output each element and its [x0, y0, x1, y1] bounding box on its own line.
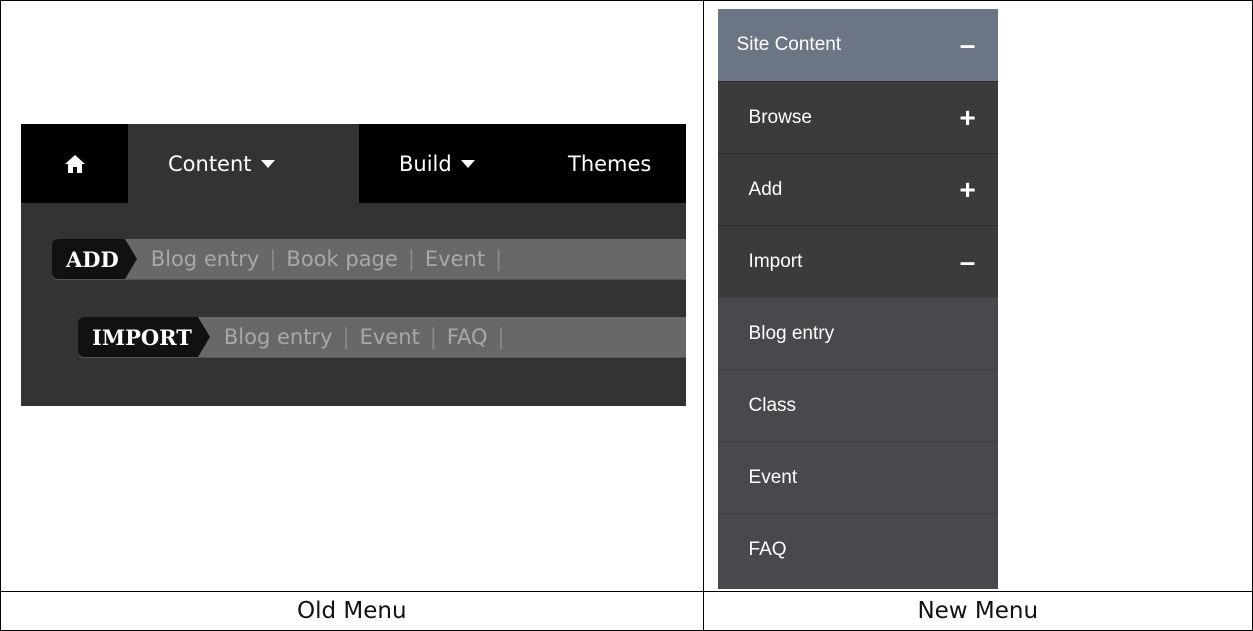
- import-item-class[interactable]: Class: [717, 369, 998, 441]
- separator: |: [342, 325, 350, 349]
- old-menu-caption: Old Menu: [0, 590, 704, 631]
- menu-item-label: FAQ: [748, 538, 787, 560]
- old-menu-cell: Content Build Themes ADD Blog entry | Bo…: [0, 0, 704, 592]
- site-content-label: Site Content: [736, 34, 842, 55]
- section-label: Browse: [748, 106, 812, 128]
- separator: |: [407, 247, 415, 271]
- separator: |: [497, 325, 505, 349]
- tab-themes-label: Themes: [568, 151, 652, 176]
- add-book-page-link[interactable]: Book page: [286, 247, 397, 271]
- tab-build-label: Build: [399, 151, 452, 176]
- import-item-event[interactable]: Event: [717, 441, 998, 513]
- menu-section-browse[interactable]: Browse +: [717, 81, 998, 153]
- home-button[interactable]: [21, 124, 128, 203]
- tab-themes[interactable]: Themes: [568, 124, 651, 203]
- add-event-link[interactable]: Event: [425, 247, 485, 271]
- old-menu-screenshot: Content Build Themes ADD Blog entry | Bo…: [21, 124, 686, 406]
- import-event-link[interactable]: Event: [360, 325, 420, 349]
- separator: |: [429, 325, 437, 349]
- import-item-faq[interactable]: FAQ: [717, 513, 998, 585]
- section-label: Add: [748, 178, 783, 200]
- caret-down-icon: [460, 159, 475, 168]
- expand-icon[interactable]: +: [955, 103, 981, 132]
- section-label: Import: [748, 250, 803, 272]
- menu-item-label: Event: [748, 466, 798, 488]
- import-item-blog-entry[interactable]: Blog entry: [717, 297, 998, 369]
- import-heading: IMPORT: [78, 317, 210, 357]
- separator: |: [495, 247, 503, 271]
- collapse-icon[interactable]: –: [955, 31, 981, 59]
- menu-section-import[interactable]: Import –: [717, 225, 998, 297]
- menu-section-add[interactable]: Add +: [717, 153, 998, 225]
- import-blog-entry-link[interactable]: Blog entry: [224, 325, 333, 349]
- new-menu-caption: New Menu: [702, 590, 1253, 631]
- new-menu-screenshot: Site Content – Browse + Add + Import – B…: [717, 9, 998, 589]
- tab-build[interactable]: Build: [399, 124, 475, 203]
- comparison-table: Content Build Themes ADD Blog entry | Bo…: [0, 0, 1253, 631]
- add-shortcut-bar: ADD Blog entry | Book page | Event |: [52, 239, 686, 279]
- tab-content-label: Content: [168, 151, 252, 176]
- new-menu-cell: Site Content – Browse + Add + Import – B…: [702, 0, 1253, 592]
- expand-icon[interactable]: +: [955, 175, 981, 204]
- site-content-header[interactable]: Site Content –: [717, 9, 998, 81]
- menu-item-label: Class: [748, 394, 797, 416]
- home-icon: [64, 154, 85, 173]
- separator: |: [269, 247, 277, 271]
- import-faq-link[interactable]: FAQ: [447, 325, 488, 349]
- menu-item-label: Blog entry: [748, 322, 835, 344]
- add-blog-entry-link[interactable]: Blog entry: [151, 247, 260, 271]
- collapse-icon[interactable]: –: [955, 247, 981, 276]
- import-shortcut-bar: IMPORT Blog entry | Event | FAQ |: [78, 317, 686, 357]
- caret-down-icon: [260, 159, 275, 168]
- add-heading: ADD: [52, 239, 137, 279]
- tab-content[interactable]: Content: [128, 124, 359, 203]
